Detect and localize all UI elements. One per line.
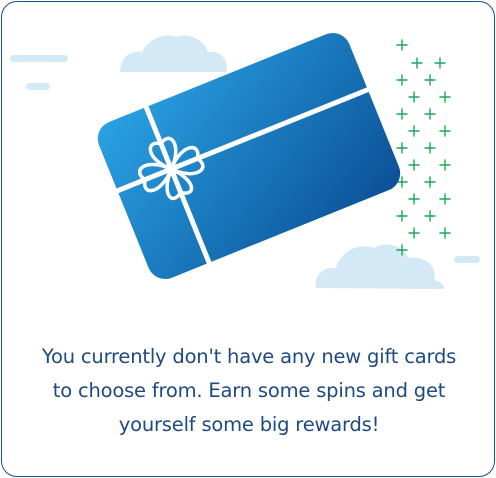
cloud-bottom: [315, 244, 444, 289]
empty-state-message: You currently don't have any new gift ca…: [41, 345, 457, 436]
empty-gift-cards-panel: You currently don't have any new gift ca…: [1, 1, 495, 477]
cloud-top: [120, 35, 227, 72]
sparkles-icon: [396, 39, 451, 256]
gift-card-illustration: [10, 32, 480, 289]
